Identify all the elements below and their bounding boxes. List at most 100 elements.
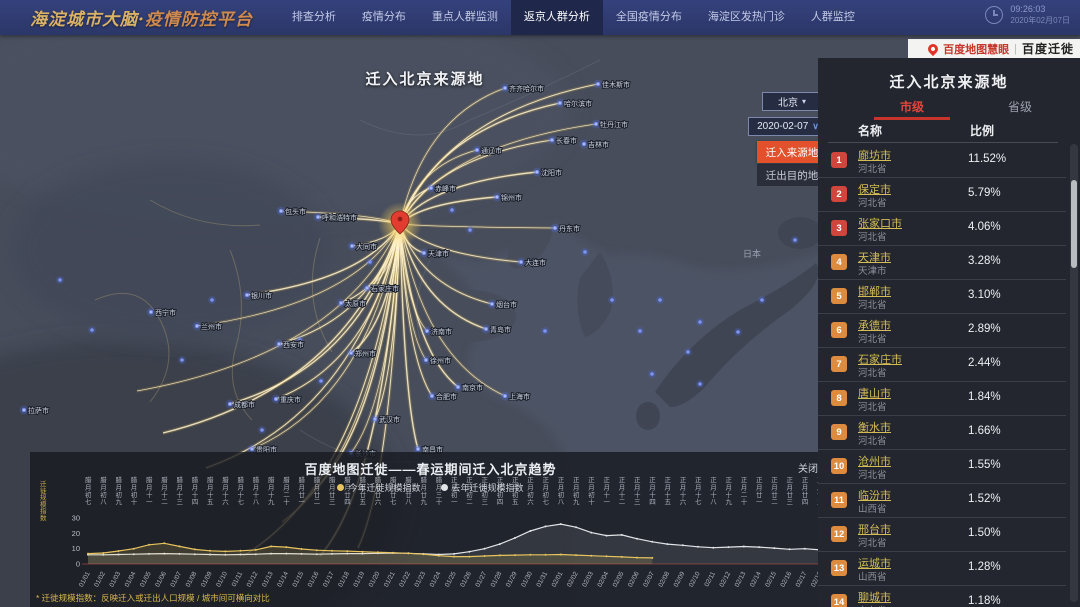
svg-text:十: 十 bbox=[588, 497, 595, 506]
svg-text:01/31: 01/31 bbox=[535, 570, 549, 588]
svg-text:02/06: 02/06 bbox=[627, 570, 641, 588]
rank-badge: 1 bbox=[831, 152, 847, 168]
svg-text:六: 六 bbox=[375, 497, 382, 506]
rank-badge: 11 bbox=[831, 492, 847, 508]
svg-text:01/17: 01/17 bbox=[322, 570, 336, 588]
rank-badge: 5 bbox=[831, 288, 847, 304]
map-city-label: 烟台市 bbox=[496, 300, 517, 309]
legend-item-1[interactable]: 去年迁徙规模指数 bbox=[441, 481, 524, 494]
ranking-row[interactable]: 2保定市河北省5.79% bbox=[818, 178, 1066, 212]
svg-text:三: 三 bbox=[787, 498, 794, 506]
svg-text:三: 三 bbox=[482, 498, 489, 506]
nav-tab-2[interactable]: 重点人群监测 bbox=[419, 0, 511, 35]
scrollbar-track[interactable] bbox=[1070, 144, 1078, 602]
svg-text:01/10: 01/10 bbox=[215, 570, 229, 588]
rank-badge: 10 bbox=[831, 458, 847, 474]
tab-city-level[interactable]: 市级 bbox=[900, 98, 924, 115]
map-city-label: 大连市 bbox=[525, 258, 546, 267]
map-city-label: 石家庄市 bbox=[371, 284, 399, 293]
rank-badge: 4 bbox=[831, 254, 847, 270]
mode-outflow-button[interactable]: 迁出目的地 bbox=[757, 164, 827, 186]
nav-tab-5[interactable]: 海淀区发热门诊 bbox=[695, 0, 798, 35]
map-city-label: 大同市 bbox=[356, 242, 377, 251]
nav-tab-0[interactable]: 排查分析 bbox=[279, 0, 349, 35]
ratio-value: 1.18% bbox=[968, 595, 1001, 607]
svg-text:五: 五 bbox=[665, 498, 672, 506]
scrollbar-thumb[interactable] bbox=[1071, 180, 1077, 268]
nav-tab-4[interactable]: 全国疫情分布 bbox=[603, 0, 695, 35]
clock-icon bbox=[985, 6, 1003, 24]
map-city-label: 合肥市 bbox=[436, 392, 457, 401]
nav-tab-1[interactable]: 疫情分布 bbox=[349, 0, 419, 35]
ranking-row[interactable]: 10沧州市河北省1.55% bbox=[818, 450, 1066, 484]
map-city-label: 武汉市 bbox=[379, 415, 400, 424]
ranking-row[interactable]: 4天津市天津市3.28% bbox=[818, 246, 1066, 280]
chart-footnote: * 迁徙规模指数：反映迁入或迁出人口规模 / 城市间可横向对比 bbox=[36, 592, 270, 604]
rank-badge: 14 bbox=[831, 594, 847, 607]
svg-text:五: 五 bbox=[207, 498, 214, 506]
svg-text:四: 四 bbox=[649, 498, 656, 506]
province-label: 山西省 bbox=[858, 501, 887, 515]
province-label: 河北省 bbox=[858, 195, 887, 209]
city-selector[interactable]: 北京▾ bbox=[762, 92, 822, 111]
nav-tab-3[interactable]: 返京人群分析 bbox=[511, 0, 603, 35]
svg-text:01/15: 01/15 bbox=[291, 570, 305, 588]
svg-text:01/22: 01/22 bbox=[398, 570, 412, 588]
ranking-row[interactable]: 13运城市山西省1.28% bbox=[818, 552, 1066, 586]
ranking-row[interactable]: 9衡水市河北省1.66% bbox=[818, 416, 1066, 450]
tab-province-level[interactable]: 省级 bbox=[1008, 98, 1032, 115]
app-logo: 海淀城市大脑·疫情防控平台 bbox=[30, 5, 253, 30]
ranking-row[interactable]: 11临汾市山西省1.52% bbox=[818, 484, 1066, 518]
svg-text:二: 二 bbox=[619, 499, 626, 506]
svg-text:02/17: 02/17 bbox=[795, 570, 809, 588]
svg-text:九: 九 bbox=[726, 497, 733, 506]
map-city-label: 通辽市 bbox=[481, 146, 502, 155]
map-city-label: 丹东市 bbox=[559, 224, 580, 233]
svg-text:01/21: 01/21 bbox=[383, 570, 397, 588]
svg-text:八: 八 bbox=[100, 499, 107, 506]
legend-dot bbox=[441, 484, 448, 491]
ranking-row[interactable]: 1廊坊市河北省11.52% bbox=[818, 144, 1066, 178]
ranking-row[interactable]: 6承德市河北省2.89% bbox=[818, 314, 1066, 348]
map-city-label: 赤峰市 bbox=[435, 184, 456, 193]
svg-text:01/08: 01/08 bbox=[185, 570, 199, 588]
nav-tab-6[interactable]: 人群监控 bbox=[798, 0, 868, 35]
top-nav: 海淀城市大脑·疫情防控平台 排查分析疫情分布重点人群监测返京人群分析全国疫情分布… bbox=[0, 0, 1080, 35]
map-city-label: 重庆市 bbox=[280, 395, 301, 404]
svg-text:三: 三 bbox=[177, 498, 184, 506]
svg-text:02/08: 02/08 bbox=[657, 570, 671, 588]
map-city-label: 济南市 bbox=[431, 327, 452, 336]
map-city-label: 包头市 bbox=[285, 207, 306, 216]
column-name: 名称 bbox=[858, 122, 882, 139]
ranking-row[interactable]: 3张家口市河北省4.06% bbox=[818, 212, 1066, 246]
ranking-row[interactable]: 14聊城市山东省1.18% bbox=[818, 586, 1066, 607]
close-button[interactable]: 关闭 bbox=[798, 460, 818, 475]
svg-text:六: 六 bbox=[680, 497, 687, 506]
svg-text:一: 一 bbox=[756, 499, 763, 506]
rank-badge: 2 bbox=[831, 186, 847, 202]
ranking-row[interactable]: 7石家庄市河北省2.44% bbox=[818, 348, 1066, 382]
svg-text:五: 五 bbox=[512, 498, 519, 506]
map-city-label: 郑州市 bbox=[355, 349, 376, 358]
svg-text:01/14: 01/14 bbox=[276, 570, 290, 588]
svg-text:02/13: 02/13 bbox=[734, 570, 748, 588]
map-city-label: 哈尔滨市 bbox=[564, 99, 592, 108]
ranking-row[interactable]: 8唐山市河北省1.84% bbox=[818, 382, 1066, 416]
map-city-label: 天津市 bbox=[428, 249, 449, 258]
date-selector[interactable]: 2020-02-07∨ bbox=[748, 117, 828, 136]
svg-text:八: 八 bbox=[405, 499, 412, 506]
svg-text:30: 30 bbox=[72, 514, 80, 523]
svg-text:十: 十 bbox=[741, 497, 748, 506]
ratio-value: 5.79% bbox=[968, 187, 1001, 199]
ranking-row[interactable]: 12邢台市河北省1.50% bbox=[818, 518, 1066, 552]
ranking-row[interactable]: 5邯郸市河北省3.10% bbox=[818, 280, 1066, 314]
legend-item-0[interactable]: 今年迁徙规模指数 bbox=[337, 481, 420, 494]
ranking-title: 迁入北京来源地 bbox=[818, 71, 1080, 92]
svg-text:01/09: 01/09 bbox=[200, 570, 214, 588]
svg-text:0: 0 bbox=[76, 560, 80, 569]
province-label: 河北省 bbox=[858, 433, 887, 447]
svg-text:数: 数 bbox=[40, 513, 47, 522]
mode-inflow-button[interactable]: 迁入来源地 bbox=[757, 141, 827, 163]
map-city-label: 南京市 bbox=[462, 383, 483, 392]
svg-text:六: 六 bbox=[222, 497, 229, 506]
